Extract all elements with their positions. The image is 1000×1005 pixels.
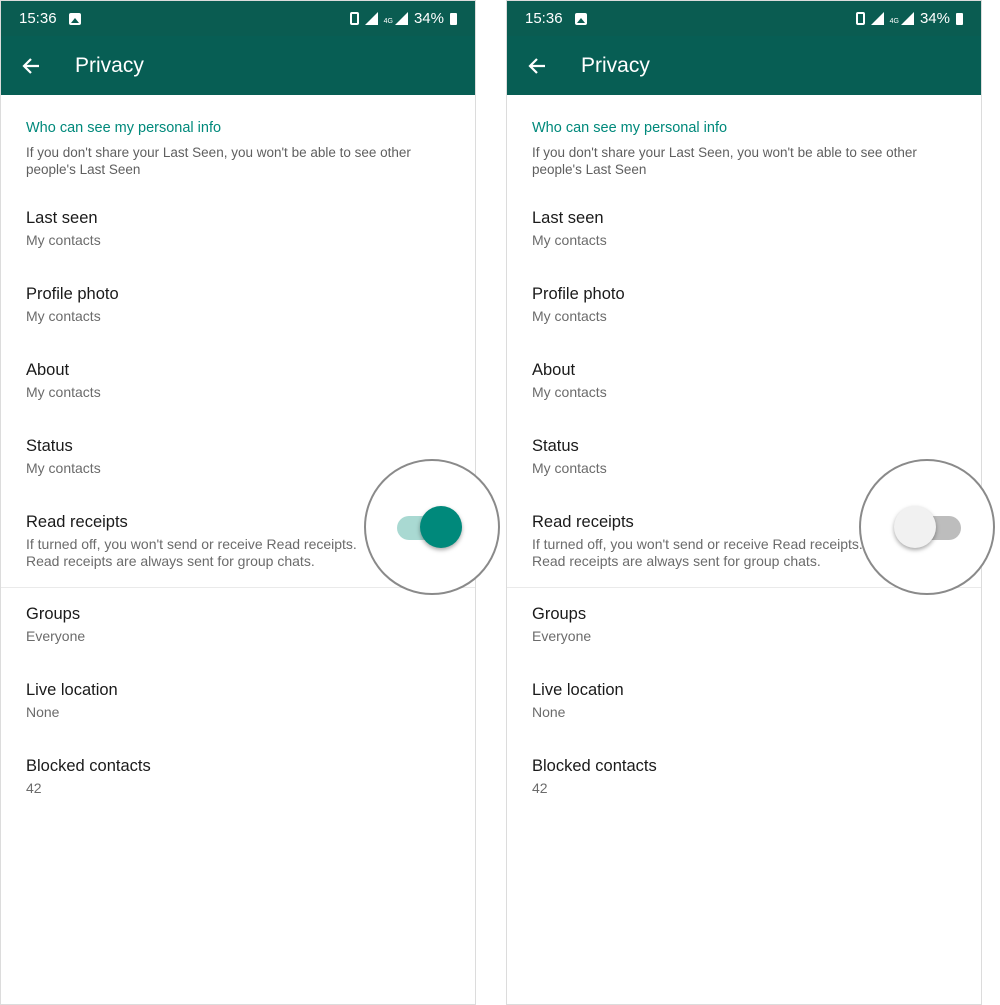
setting-blocked-contacts[interactable]: Blocked contacts 42 <box>532 740 956 816</box>
read-receipts-toggle[interactable] <box>894 506 936 548</box>
setting-about[interactable]: About My contacts <box>532 344 956 420</box>
signal-icon <box>364 12 378 25</box>
setting-title: About <box>26 361 70 379</box>
setting-title: Profile photo <box>26 285 119 303</box>
setting-live-location[interactable]: Live location None <box>532 664 956 740</box>
network-type: 4G <box>383 18 393 25</box>
setting-title: About <box>532 361 576 379</box>
read-receipts-toggle[interactable] <box>420 506 462 548</box>
toggle-magnifier-off <box>859 459 995 595</box>
signal-icon <box>870 12 884 25</box>
network-type: 4G <box>889 18 899 25</box>
battery-percent: 34% <box>413 10 444 27</box>
section-description: If you don't share your Last Seen, you w… <box>532 145 917 177</box>
back-arrow-icon <box>22 58 39 74</box>
setting-title: Last seen <box>26 209 98 227</box>
setting-title: Blocked contacts <box>532 757 657 775</box>
setting-value: 42 <box>532 780 548 796</box>
setting-value: My contacts <box>532 232 607 248</box>
setting-value: Everyone <box>26 628 86 644</box>
setting-value: Everyone <box>532 628 592 644</box>
app-bar: Privacy <box>507 36 981 95</box>
setting-profile-photo[interactable]: Profile photo My contacts <box>26 268 450 344</box>
setting-title: Status <box>26 437 73 455</box>
signal-4g-icon <box>394 12 408 25</box>
setting-title: Groups <box>532 605 587 623</box>
vibrate-icon <box>349 12 359 25</box>
battery-icon <box>956 12 963 25</box>
setting-title: Live location <box>26 681 118 699</box>
gallery-icon <box>574 12 587 25</box>
setting-value: 42 <box>26 780 42 796</box>
section-title: Who can see my personal info <box>532 120 728 136</box>
page-title: Privacy <box>75 53 144 77</box>
setting-title: Profile photo <box>532 285 625 303</box>
setting-value: My contacts <box>26 384 101 400</box>
section-title: Who can see my personal info <box>26 120 222 136</box>
back-button[interactable] <box>1 36 61 95</box>
setting-groups[interactable]: Groups Everyone <box>532 588 956 664</box>
app-bar: Privacy <box>1 36 475 95</box>
setting-last-seen[interactable]: Last seen My contacts <box>26 192 450 268</box>
setting-last-seen[interactable]: Last seen My contacts <box>532 192 956 268</box>
battery-percent: 34% <box>919 10 950 27</box>
setting-value: None <box>26 704 60 720</box>
status-time: 15:36 <box>19 10 57 27</box>
setting-title: Groups <box>26 605 81 623</box>
setting-value: My contacts <box>532 308 607 324</box>
page-title: Privacy <box>581 53 650 77</box>
status-bar: 15:36 4G 34% <box>1 1 475 36</box>
setting-about[interactable]: About My contacts <box>26 344 450 420</box>
setting-title: Live location <box>532 681 624 699</box>
setting-title: Status <box>532 437 579 455</box>
back-button[interactable] <box>507 36 567 95</box>
setting-description: If turned off, you won't send or receive… <box>26 536 357 569</box>
setting-title: Blocked contacts <box>26 757 151 775</box>
setting-groups[interactable]: Groups Everyone <box>26 588 450 664</box>
back-arrow-icon <box>528 58 545 74</box>
status-time: 15:36 <box>525 10 563 27</box>
setting-value: My contacts <box>532 384 607 400</box>
setting-description: If turned off, you won't send or receive… <box>532 536 863 569</box>
setting-blocked-contacts[interactable]: Blocked contacts 42 <box>26 740 450 816</box>
status-bar: 15:36 4G 34% <box>507 1 981 36</box>
setting-value: My contacts <box>26 232 101 248</box>
setting-title: Last seen <box>532 209 604 227</box>
battery-icon <box>450 12 457 25</box>
setting-profile-photo[interactable]: Profile photo My contacts <box>532 268 956 344</box>
setting-value: My contacts <box>26 308 101 324</box>
setting-value: None <box>532 704 566 720</box>
gallery-icon <box>68 12 81 25</box>
setting-value: My contacts <box>26 460 101 476</box>
toggle-magnifier-on <box>364 459 500 595</box>
setting-live-location[interactable]: Live location None <box>26 664 450 740</box>
vibrate-icon <box>855 12 865 25</box>
signal-4g-icon <box>900 12 914 25</box>
section-description: If you don't share your Last Seen, you w… <box>26 145 411 177</box>
